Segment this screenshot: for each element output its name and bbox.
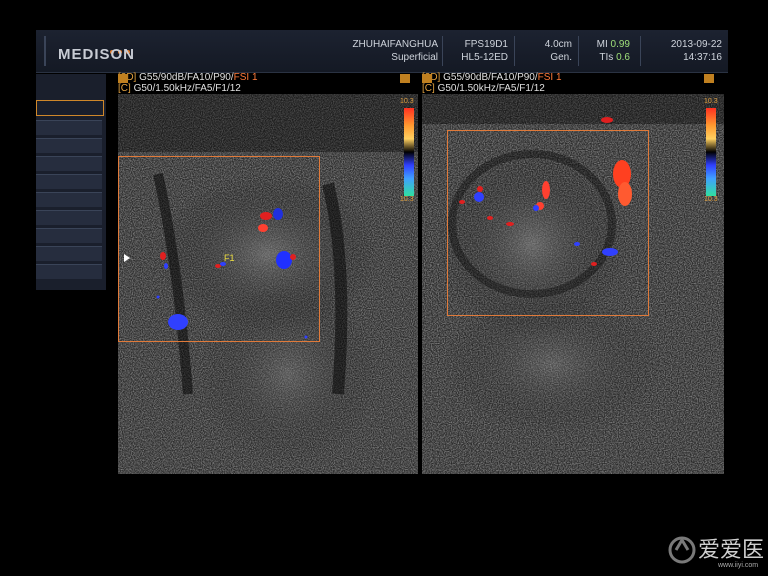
mi-value: 0.99	[610, 39, 630, 50]
fsi-value: FSI 1	[233, 72, 258, 83]
side-menu-item[interactable]	[36, 174, 102, 189]
preset-name: Superficial	[391, 52, 438, 63]
mode-tag-color: [C]	[118, 83, 131, 94]
index-info: MI 0.99 TIs 0.6	[597, 38, 630, 64]
mi-label: MI	[596, 39, 608, 50]
side-menu	[36, 74, 106, 290]
institution-info: ZHUHAIFANGHUA Superficial	[352, 38, 438, 64]
tis-value: 0.6	[616, 52, 630, 63]
side-menu-item[interactable]	[36, 246, 102, 261]
header-divider	[640, 36, 641, 66]
params-color: G50/1.50kHz/FA5/F1/12	[133, 83, 241, 94]
ultrasound-panel-left[interactable]: [2D] G55/90dB/FA10/P90/FSI 1 [C] G50/1.5…	[118, 72, 418, 474]
mode-badge	[422, 74, 432, 83]
focus-marker: F1	[224, 253, 235, 263]
color-scale-bar	[404, 108, 414, 196]
scale-bottom-label: 10.3	[400, 196, 414, 203]
mode-badge	[118, 74, 128, 83]
mode-tag-color: [C]	[422, 83, 435, 94]
params-2d: G55/90dB/FA10/P90/	[139, 72, 234, 83]
depth-info: 4.0cm Gen.	[545, 38, 572, 64]
color-roi-box[interactable]	[447, 130, 649, 316]
params-color: G50/1.50kHz/FA5/F1/12	[437, 83, 545, 94]
mode-badge	[704, 74, 714, 83]
time-value: 14:37:16	[683, 52, 722, 63]
side-menu-item[interactable]	[36, 192, 102, 207]
header-divider	[442, 36, 443, 66]
side-menu-item[interactable]	[36, 120, 102, 135]
side-menu-item[interactable]	[36, 210, 102, 225]
watermark-url: www.iiyi.com	[718, 562, 759, 569]
side-menu-item[interactable]	[36, 228, 102, 243]
frame-rate: FPS19D1	[464, 39, 508, 50]
scale-top-label: 10.3	[704, 98, 718, 105]
status-header: MEDISON ZHUHAIFANGHUA Superficial FPS19D…	[36, 30, 728, 73]
datetime-info: 2013-09-22 14:37:16	[671, 38, 722, 64]
color-scale-bar	[706, 108, 716, 196]
header-divider	[578, 36, 579, 66]
header-divider	[44, 36, 46, 66]
depth-value: 4.0cm	[544, 39, 572, 50]
side-menu-item[interactable]	[36, 100, 104, 116]
color-roi-box[interactable]	[118, 156, 320, 342]
header-divider	[514, 36, 515, 66]
mode-badge	[400, 74, 410, 83]
scale-top-label: 10.3	[400, 98, 414, 105]
probe-info: FPS19D1 HL5-12ED	[461, 38, 508, 64]
fsi-value: FSI 1	[537, 72, 562, 83]
institution-name: ZHUHAIFANGHUA	[352, 39, 438, 50]
scan-parameters: [2D] G55/90dB/FA10/P90/FSI 1 [C] G50/1.5…	[118, 72, 258, 94]
params-2d: G55/90dB/FA10/P90/	[443, 72, 538, 83]
tis-label: TIs	[599, 52, 614, 63]
date-value: 2013-09-22	[670, 39, 722, 50]
scan-parameters: [2D] G55/90dB/FA10/P90/FSI 1 [C] G50/1.5…	[422, 72, 562, 94]
side-menu-item[interactable]	[36, 264, 102, 279]
side-menu-item[interactable]	[36, 138, 102, 153]
probe-name: HL5-12ED	[461, 52, 508, 63]
watermark-text: 爱爱医	[698, 538, 765, 563]
side-menu-item[interactable]	[36, 156, 102, 171]
ultrasound-panel-right[interactable]: [2D] G55/90dB/FA10/P90/FSI 1 [C] G50/1.5…	[422, 72, 724, 474]
scale-bottom-label: 10.3	[704, 196, 718, 203]
mode-value: Gen.	[550, 52, 572, 63]
brand-logo: MEDISON	[58, 46, 136, 63]
